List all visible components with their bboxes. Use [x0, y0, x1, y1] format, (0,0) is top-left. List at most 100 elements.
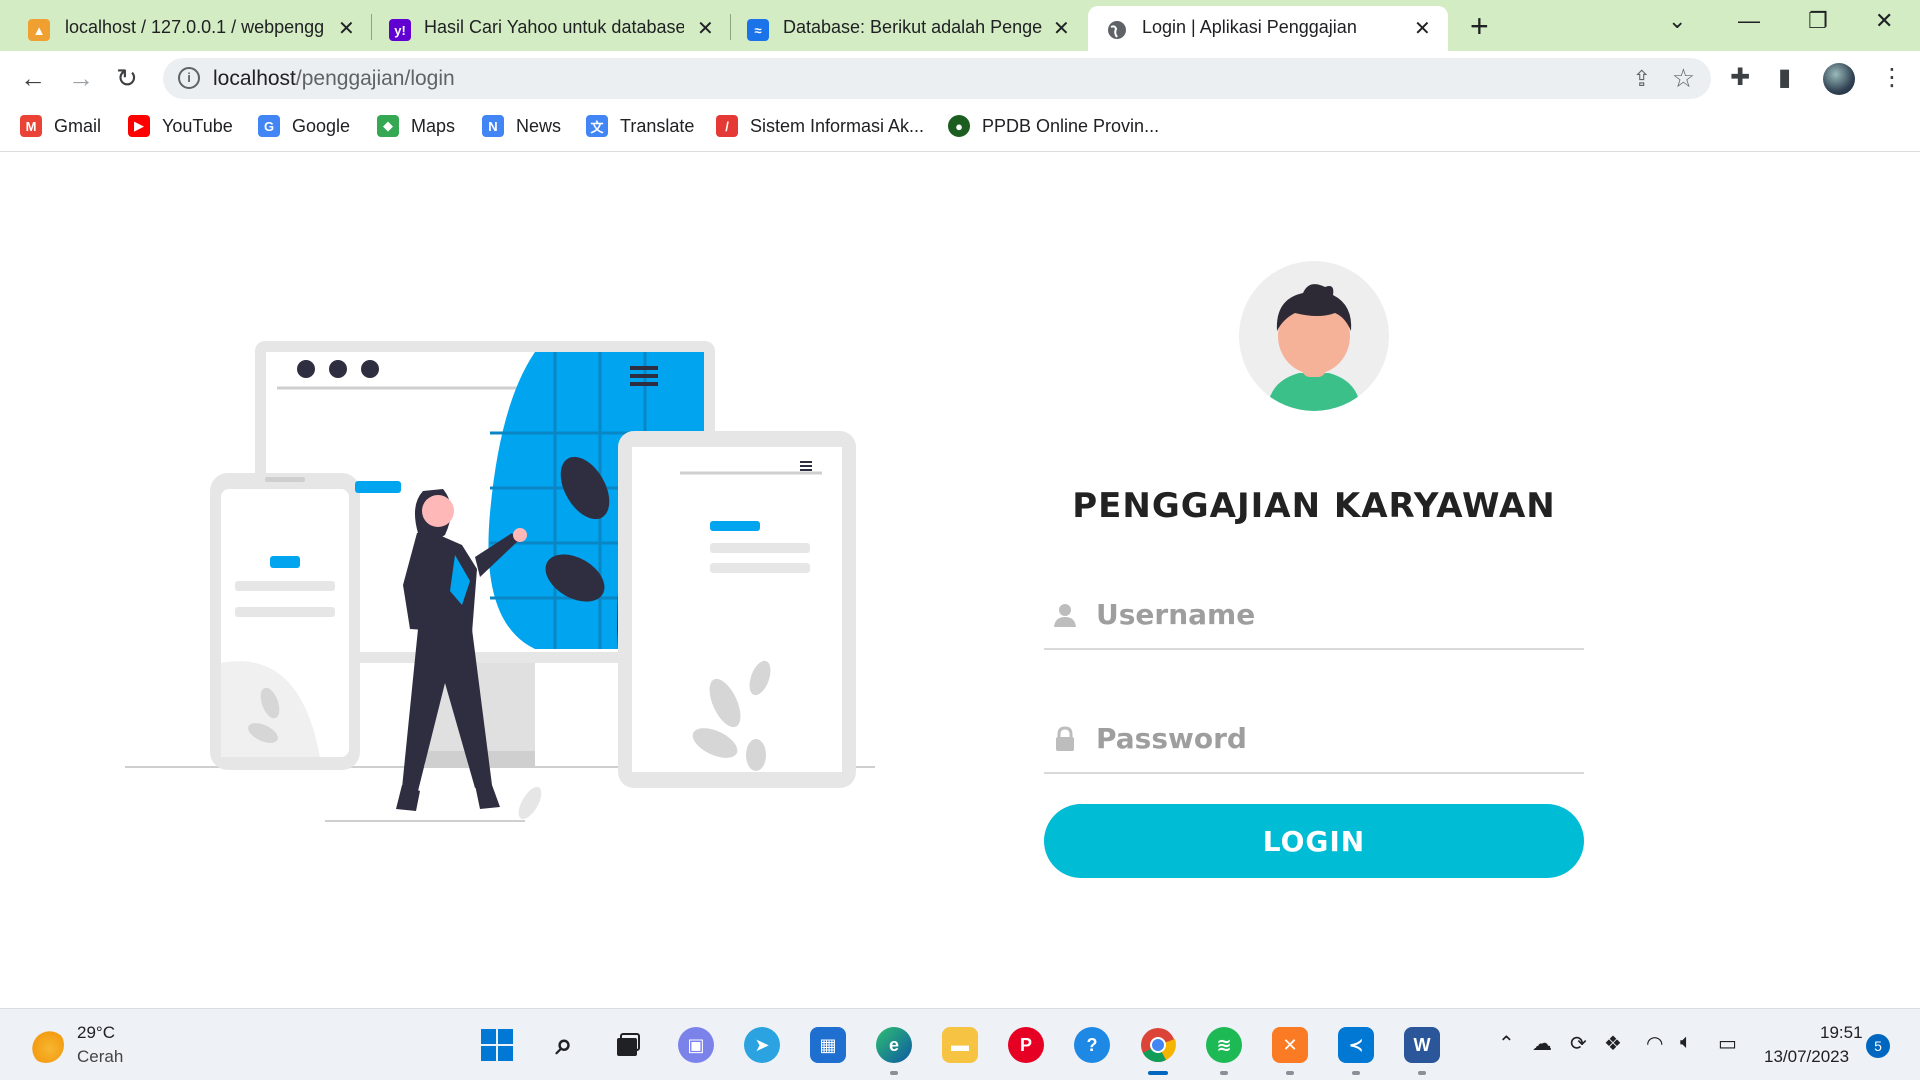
tab-login[interactable]: Login | Aplikasi Penggajian ✕: [1088, 6, 1448, 51]
teams-icon[interactable]: ▣: [678, 1027, 714, 1063]
bookmark-star-icon[interactable]: ☆: [1672, 63, 1695, 94]
bookmark-gmail[interactable]: M Gmail: [20, 115, 101, 137]
password-field: [1044, 702, 1584, 774]
clock-date[interactable]: 13/07/2023: [1764, 1047, 1849, 1067]
bookmark-label: Maps: [411, 115, 456, 136]
clock-time[interactable]: 19:51: [1820, 1023, 1863, 1043]
tab-phpmyadmin[interactable]: ▲ localhost / 127.0.0.1 / webpengg ✕: [0, 6, 370, 51]
minimize-icon[interactable]: —: [1738, 8, 1760, 34]
weather-description[interactable]: Cerah: [77, 1047, 123, 1067]
onedrive-icon[interactable]: ☁: [1532, 1031, 1552, 1056]
pinterest-icon[interactable]: P: [1008, 1027, 1044, 1063]
extensions-icon[interactable]: ✚: [1730, 63, 1750, 92]
wifi-icon[interactable]: ◠: [1646, 1031, 1663, 1056]
username-input[interactable]: [1096, 592, 1566, 636]
bookmark-youtube[interactable]: ▶ YouTube: [128, 115, 233, 137]
weather-temperature[interactable]: 29°C: [77, 1023, 115, 1043]
siakad-icon: /: [716, 115, 738, 137]
bookmark-google[interactable]: G Google: [258, 115, 350, 137]
dropbox-icon[interactable]: ❖: [1604, 1031, 1622, 1056]
share-icon[interactable]: ⇪: [1633, 66, 1651, 92]
maps-icon: ◆: [377, 115, 399, 137]
url-host: localhost: [213, 67, 296, 90]
search-icon[interactable]: ⌕: [546, 1027, 582, 1063]
page-title: PENGGAJIAN KARYAWAN: [1072, 486, 1556, 526]
bookmark-maps[interactable]: ◆ Maps: [377, 115, 455, 137]
xampp-icon[interactable]: ✕: [1272, 1027, 1308, 1075]
lock-icon: [1056, 726, 1074, 751]
windows-start-icon[interactable]: [479, 1027, 515, 1063]
login-page: PENGGAJIAN KARYAWAN LOGIN: [0, 153, 1920, 1008]
ppdb-icon: ●: [948, 115, 970, 137]
store-icon[interactable]: ▦: [810, 1027, 846, 1063]
username-field: [1044, 578, 1584, 650]
tab-title: localhost / 127.0.0.1 / webpengg: [65, 17, 325, 37]
tab-title: Login | Aplikasi Penggajian: [1142, 17, 1357, 37]
user-icon: [1054, 604, 1076, 627]
google-icon: G: [258, 115, 280, 137]
restore-icon[interactable]: ❐: [1808, 8, 1828, 34]
reload-icon[interactable]: ↻: [116, 63, 138, 94]
edge-icon[interactable]: e: [876, 1027, 912, 1075]
site-info-icon[interactable]: i: [178, 67, 200, 89]
show-hidden-icons[interactable]: ⌃: [1498, 1031, 1515, 1056]
bookmark-label: YouTube: [162, 115, 233, 136]
address-bar[interactable]: i localhost/penggajian/login ⇪ ☆: [163, 58, 1711, 99]
word-icon[interactable]: W: [1404, 1027, 1440, 1075]
weather-icon[interactable]: [28, 1027, 64, 1063]
menu-icon[interactable]: ⋮: [1880, 63, 1904, 92]
bookmark-siakad[interactable]: / Sistem Informasi Ak...: [716, 115, 924, 137]
site-icon: ≈: [747, 19, 769, 41]
url-path: /penggajian/login: [295, 67, 455, 90]
login-button[interactable]: LOGIN: [1044, 804, 1584, 878]
gmail-icon: M: [20, 115, 42, 137]
tab-database[interactable]: ≈ Database: Berikut adalah Pengert ✕: [731, 6, 1087, 51]
bookmark-label: Google: [292, 115, 351, 136]
url-text[interactable]: localhost/penggajian/login: [213, 67, 455, 91]
tab-title: Database: Berikut adalah Pengert: [783, 17, 1043, 37]
user-avatar-icon: [1239, 261, 1389, 411]
tab-search-icon[interactable]: ⌄: [1668, 8, 1686, 34]
bookmark-news[interactable]: N News: [482, 115, 561, 137]
bookmark-translate[interactable]: 文 Translate: [586, 115, 694, 137]
telegram-icon[interactable]: ➤: [744, 1027, 780, 1063]
vscode-icon[interactable]: ≺: [1338, 1027, 1374, 1075]
globe-icon: [1106, 19, 1128, 41]
close-window-icon[interactable]: ✕: [1875, 8, 1893, 34]
battery-icon[interactable]: ▭: [1718, 1031, 1737, 1056]
youtube-icon: ▶: [128, 115, 150, 137]
task-view-icon[interactable]: [610, 1027, 646, 1063]
yahoo-icon: y!: [389, 19, 411, 41]
password-input[interactable]: [1096, 716, 1566, 760]
close-icon[interactable]: ✕: [338, 16, 355, 41]
web-design-illustration: [125, 341, 875, 822]
chrome-icon[interactable]: [1140, 1027, 1176, 1075]
tab-yahoo[interactable]: y! Hasil Cari Yahoo untuk database ✕: [372, 6, 730, 51]
bookmark-label: PPDB Online Provin...: [982, 115, 1160, 136]
help-icon[interactable]: ?: [1074, 1027, 1110, 1063]
news-icon: N: [482, 115, 504, 137]
bookmarks-bar: M Gmail ▶ YouTube G Google ◆ Maps N News…: [0, 104, 1920, 152]
bookmark-ppdb[interactable]: ● PPDB Online Provin...: [948, 115, 1159, 137]
close-icon[interactable]: ✕: [1053, 16, 1070, 41]
profile-avatar[interactable]: [1823, 63, 1855, 95]
new-tab-button[interactable]: +: [1470, 8, 1489, 45]
volume-icon[interactable]: 🔈︎: [1680, 1031, 1692, 1054]
sync-icon[interactable]: ⟳: [1570, 1031, 1587, 1056]
close-icon[interactable]: ✕: [697, 16, 714, 41]
forward-icon[interactable]: →: [68, 63, 94, 94]
bookmark-label: Sistem Informasi Ak...: [750, 115, 925, 136]
bookmark-label: Gmail: [54, 115, 102, 136]
bookmark-label: News: [516, 115, 562, 136]
close-icon[interactable]: ✕: [1414, 16, 1431, 41]
bookmark-label: Translate: [620, 115, 695, 136]
tab-title: Hasil Cari Yahoo untuk database: [424, 17, 684, 37]
side-panel-icon[interactable]: ▮: [1778, 63, 1791, 92]
windows-taskbar: 29°C Cerah ⌕ ▣ ➤ ▦ e ▬ P ? ≋ ✕ ≺ W ⌃ ☁ ⟳…: [0, 1008, 1920, 1080]
browser-toolbar: ← → ↻ i localhost/penggajian/login ⇪ ☆ ✚…: [0, 51, 1920, 104]
back-icon[interactable]: ←: [20, 63, 46, 94]
tab-strip: ▲ localhost / 127.0.0.1 / webpengg ✕ y! …: [0, 0, 1920, 51]
spotify-icon[interactable]: ≋: [1206, 1027, 1242, 1075]
notification-badge[interactable]: 5: [1866, 1034, 1890, 1058]
file-explorer-icon[interactable]: ▬: [942, 1027, 978, 1063]
